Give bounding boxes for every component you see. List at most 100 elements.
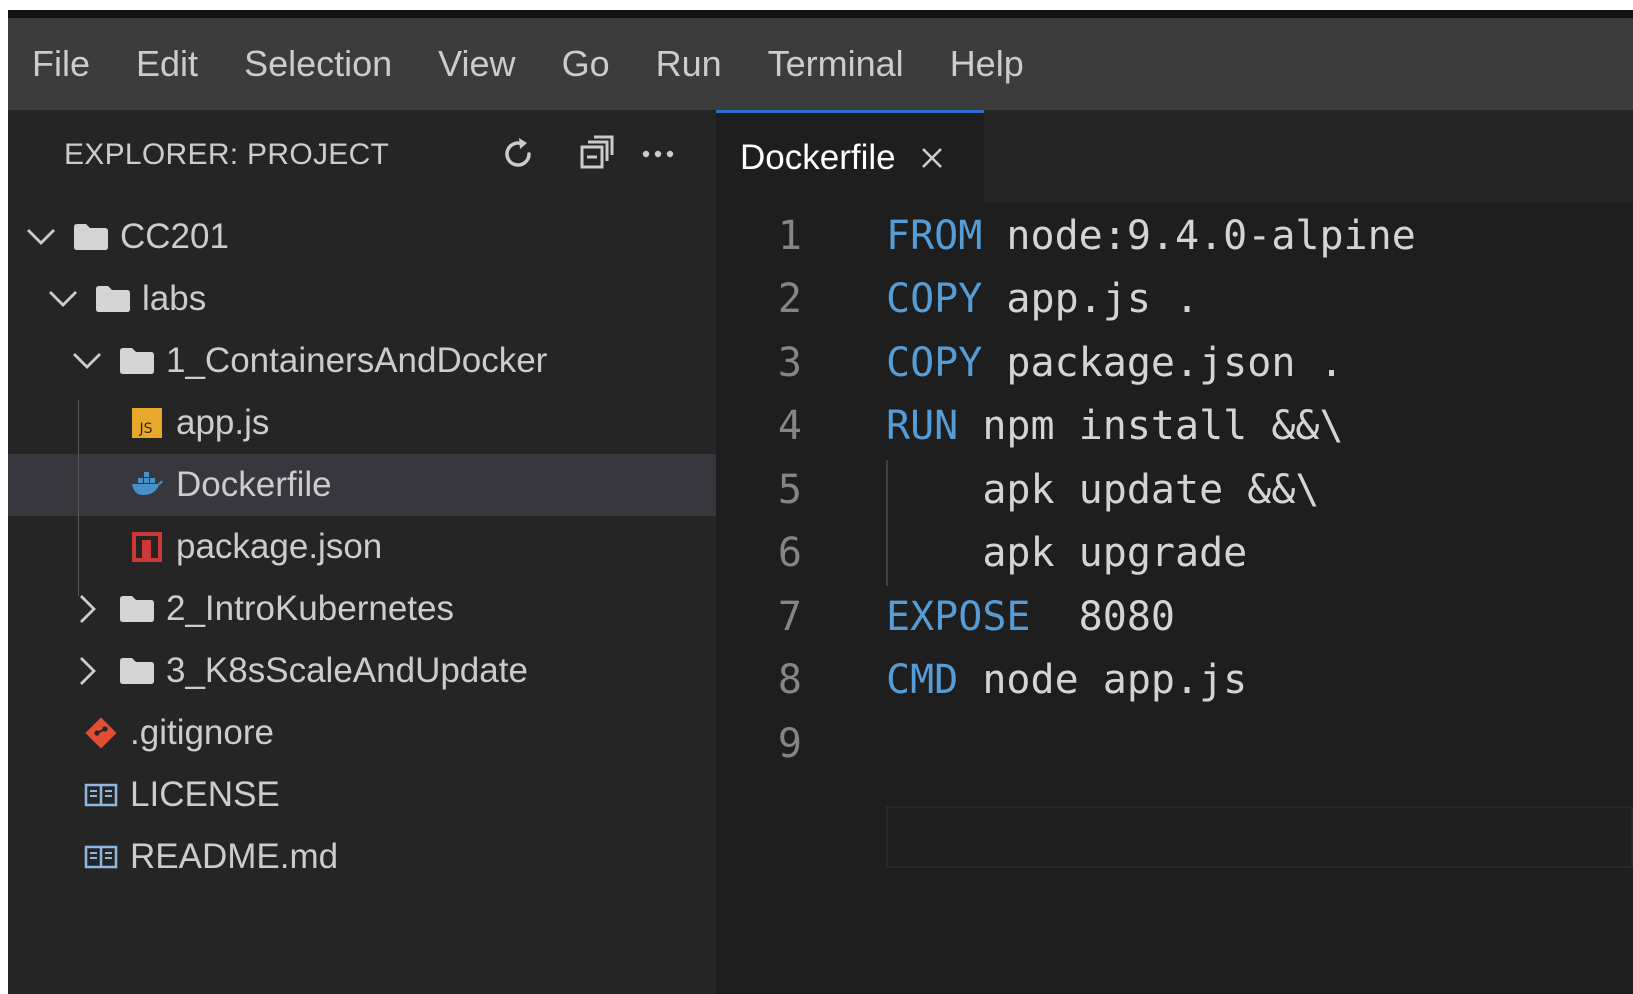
code-line: 3 COPY package.json .	[716, 331, 1633, 395]
current-line-highlight	[886, 806, 1633, 868]
tree-item-label: 1_ContainersAndDocker	[166, 341, 548, 380]
close-icon[interactable]	[918, 144, 946, 172]
line-number: 1	[777, 212, 802, 259]
tree-item-label: CC201	[120, 217, 229, 256]
code-text: node:9.4.0-alpine	[982, 212, 1416, 259]
line-number: 6	[777, 530, 802, 577]
line-number: 7	[777, 593, 802, 640]
tree-item-label: package.json	[176, 527, 383, 566]
menu-edit[interactable]: Edit	[136, 46, 198, 82]
line-number: 8	[777, 657, 802, 704]
menu-go[interactable]: Go	[562, 46, 610, 82]
code-editor[interactable]: 1 FROM node:9.4.0-alpine 2 COPY app.js .…	[716, 204, 1633, 868]
line-number: 5	[777, 466, 802, 513]
tree-folder-cc201[interactable]: CC201	[8, 206, 716, 268]
code-indent-guide	[886, 460, 888, 586]
tab-dockerfile[interactable]: Dockerfile	[716, 110, 984, 202]
code-text: node app.js	[958, 657, 1248, 704]
editor-area: Dockerfile 1 FROM node:9.4.0-alpine 2 CO…	[716, 110, 1633, 994]
tree-item-label: 2_IntroKubernetes	[166, 589, 454, 628]
tree-indent-guide	[78, 400, 79, 596]
javascript-file-icon: JS	[128, 404, 166, 442]
explorer-sidebar: EXPLORER: PROJECT CC201 labs 1_Container…	[8, 110, 716, 994]
menu-selection[interactable]: Selection	[244, 46, 392, 82]
menu-file[interactable]: File	[32, 46, 90, 82]
code-line: 7 EXPOSE 8080	[716, 585, 1633, 649]
line-number: 4	[777, 403, 802, 450]
tree-file-readme[interactable]: README.md	[8, 826, 716, 888]
code-text: npm install &&\	[958, 403, 1344, 450]
chevron-down-icon	[46, 282, 80, 316]
tree-folder-labs[interactable]: labs	[8, 268, 716, 330]
chevron-down-icon	[70, 344, 104, 378]
chevron-right-icon	[70, 592, 104, 626]
menu-terminal[interactable]: Terminal	[768, 46, 904, 82]
tree-file-app-js[interactable]: JS app.js	[8, 392, 716, 454]
tree-item-label: labs	[142, 279, 207, 318]
line-number: 9	[777, 720, 802, 767]
tree-file-package-json[interactable]: package.json	[8, 516, 716, 578]
code-line: 9	[716, 712, 1633, 776]
line-text: FROM node:9.4.0-alpine	[886, 213, 1416, 259]
line-text: COPY package.json .	[886, 340, 1344, 386]
keyword: COPY	[886, 276, 983, 323]
code-text: app.js .	[982, 276, 1200, 323]
code-text: package.json .	[982, 339, 1344, 386]
keyword: EXPOSE	[886, 593, 1031, 640]
book-icon	[82, 776, 120, 814]
line-text: CMD node app.js	[886, 657, 1247, 703]
keyword: FROM	[886, 212, 983, 259]
title-strip	[8, 10, 1633, 18]
vscode-window: File Edit Selection View Go Run Terminal…	[8, 10, 1633, 994]
menu-help[interactable]: Help	[950, 46, 1024, 82]
editor-tab-bar: Dockerfile	[716, 110, 1633, 202]
line-number: 2	[777, 276, 802, 323]
tree-file-gitignore[interactable]: .gitignore	[8, 702, 716, 764]
tree-file-dockerfile[interactable]: Dockerfile	[8, 454, 716, 516]
tree-file-license[interactable]: LICENSE	[8, 764, 716, 826]
tree-item-label: Dockerfile	[176, 465, 332, 504]
line-number: 3	[777, 339, 802, 386]
folder-icon	[118, 342, 156, 380]
menu-bar: File Edit Selection View Go Run Terminal…	[8, 18, 1633, 110]
code-line: 1 FROM node:9.4.0-alpine	[716, 204, 1633, 268]
menu-run[interactable]: Run	[656, 46, 722, 82]
folder-icon	[118, 652, 156, 690]
tree-item-label: .gitignore	[130, 713, 274, 752]
refresh-icon[interactable]	[494, 130, 542, 178]
explorer-header: EXPLORER: PROJECT	[8, 110, 716, 200]
code-line: 8 CMD node app.js	[716, 649, 1633, 713]
line-text: apk upgrade	[886, 530, 1247, 576]
code-line: 6 apk upgrade	[716, 522, 1633, 586]
keyword: COPY	[886, 339, 983, 386]
collapse-all-icon[interactable]	[572, 130, 620, 178]
book-icon	[82, 838, 120, 876]
code-line: 2 COPY app.js .	[716, 268, 1633, 332]
docker-whale-icon	[128, 466, 166, 504]
more-actions-icon[interactable]	[634, 130, 682, 178]
file-tree: CC201 labs 1_ContainersAndDocker JS app.…	[8, 206, 716, 888]
folder-icon	[72, 218, 110, 256]
keyword: RUN	[886, 403, 959, 450]
npm-file-icon	[128, 528, 166, 566]
explorer-title: EXPLORER: PROJECT	[64, 138, 390, 171]
tab-label: Dockerfile	[740, 137, 896, 177]
tree-item-label: app.js	[176, 403, 270, 442]
tree-item-label: README.md	[130, 837, 339, 876]
code-text: 8080	[1030, 593, 1175, 640]
code-line: 5 apk update &&\	[716, 458, 1633, 522]
folder-icon	[118, 590, 156, 628]
chevron-right-icon	[70, 654, 104, 688]
line-text: RUN npm install &&\	[886, 403, 1344, 449]
tree-item-label: LICENSE	[130, 775, 280, 814]
line-text: COPY app.js .	[886, 276, 1199, 322]
line-text: apk update &&\	[886, 467, 1319, 513]
code-text: apk update &&\	[886, 466, 1320, 513]
line-text: EXPOSE 8080	[886, 594, 1175, 640]
code-text: apk upgrade	[886, 530, 1248, 577]
menu-view[interactable]: View	[438, 46, 515, 82]
tree-folder-containers-and-docker[interactable]: 1_ContainersAndDocker	[8, 330, 716, 392]
chevron-down-icon	[24, 220, 58, 254]
tree-folder-k8s-scale-and-update[interactable]: 3_K8sScaleAndUpdate	[8, 640, 716, 702]
tree-folder-intro-kubernetes[interactable]: 2_IntroKubernetes	[8, 578, 716, 640]
